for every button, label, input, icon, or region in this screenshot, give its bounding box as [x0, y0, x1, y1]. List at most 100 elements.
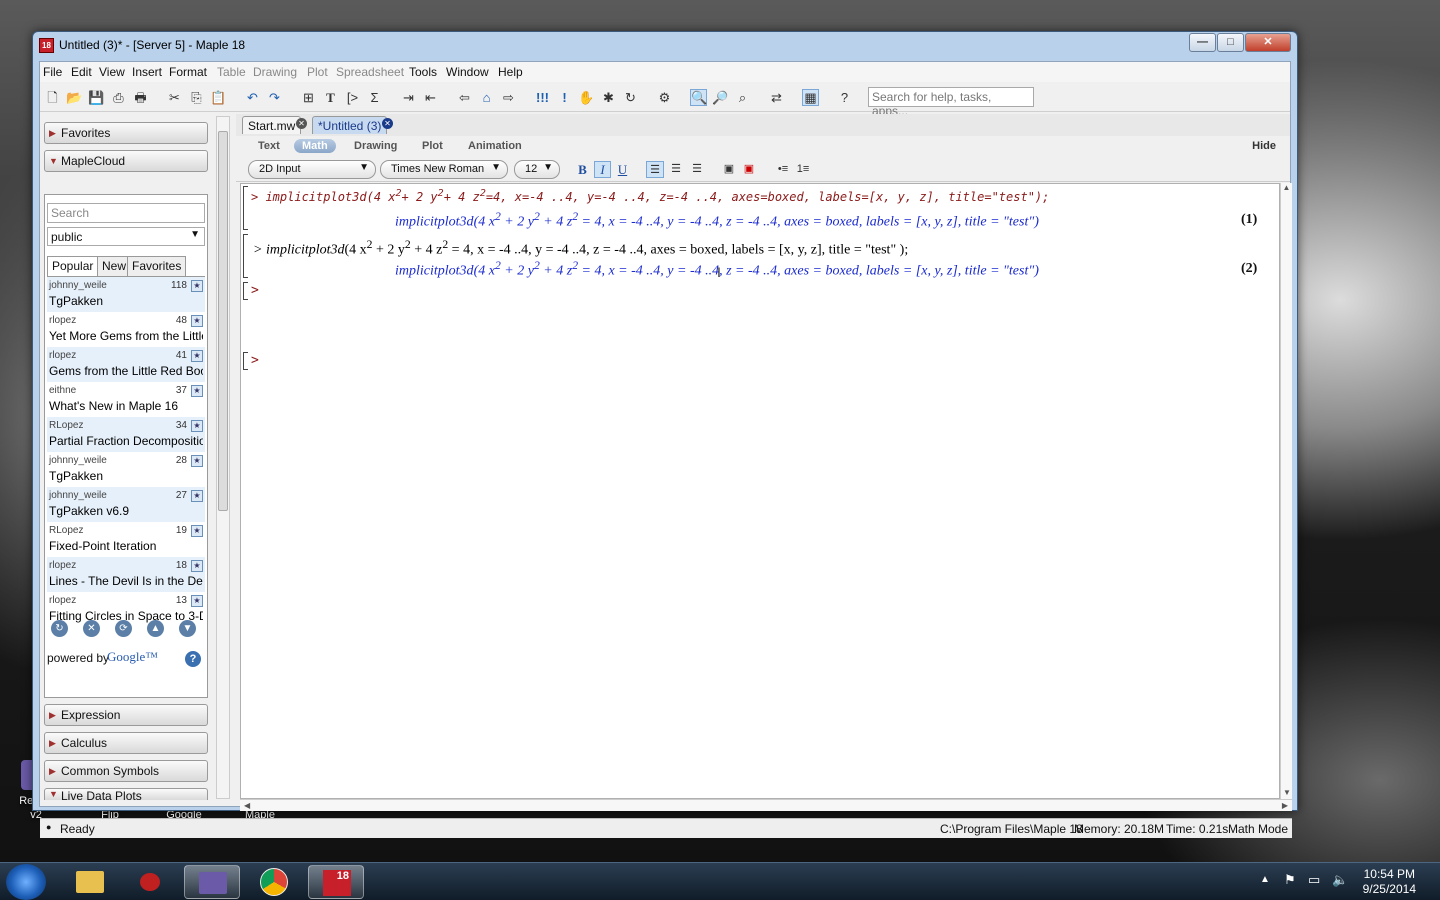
start-button[interactable] — [6, 864, 46, 900]
palette-common-symbols[interactable]: ▶ Common Symbols — [44, 760, 208, 782]
outdent-icon[interactable]: ⇤ — [422, 89, 439, 106]
list-item[interactable]: johnny_weile 27 ★ TgPakken v6.9 — [47, 487, 205, 522]
list-item[interactable]: eithne 37 ★ What's New in Maple 16 — [47, 382, 205, 417]
align-left-icon[interactable]: ☰ — [646, 161, 664, 178]
minimize-button[interactable]: — — [1189, 33, 1216, 52]
tab-favorites[interactable]: Favorites — [127, 256, 187, 276]
mode-math[interactable]: Math — [294, 139, 336, 153]
rate-star-icon[interactable]: ★ — [191, 455, 203, 467]
maximize-button[interactable]: □ — [1217, 33, 1244, 52]
undo-icon[interactable]: ↶ — [244, 89, 261, 106]
title-bar[interactable]: 18 Untitled (3)* - [Server 5] - Maple 18… — [33, 32, 1297, 60]
palette-favorites[interactable]: ▶ Favorites — [44, 122, 208, 144]
rate-star-icon[interactable]: ★ — [191, 315, 203, 327]
list-item[interactable]: RLopez 34 ★ Partial Fraction Decomposition — [47, 417, 205, 452]
align-center-icon[interactable]: ☰ — [667, 161, 685, 178]
restart-icon[interactable]: ↻ — [622, 89, 639, 106]
close-button[interactable]: ✕ — [1245, 33, 1291, 52]
rate-star-icon[interactable]: ★ — [191, 525, 203, 537]
back-arrow-icon[interactable]: ⇦ — [456, 89, 473, 106]
menu-view[interactable]: View — [98, 64, 126, 80]
copy-icon[interactable]: ⎘ — [188, 89, 205, 106]
empty-prompt[interactable]: > — [251, 283, 259, 298]
zoom-in-icon[interactable]: 🔎 — [712, 89, 729, 106]
input-mode-select[interactable]: 2D Input ▼ — [248, 160, 376, 179]
tab-start-mw[interactable]: Start.mw — [242, 116, 302, 134]
menu-tools[interactable]: Tools — [408, 64, 438, 80]
network-icon[interactable]: ▭ — [1308, 872, 1320, 888]
stop-hand-icon[interactable]: ✋ — [578, 89, 595, 106]
toggle-input-icon[interactable]: ⇄ — [768, 89, 785, 106]
align-right-icon[interactable]: ☰ — [688, 161, 706, 178]
menu-insert[interactable]: Insert — [131, 64, 163, 80]
redo-icon[interactable]: ↷ — [266, 89, 283, 106]
new-document-icon[interactable]: 🗋 — [44, 89, 61, 106]
close-tab-icon[interactable]: ✕ — [382, 118, 393, 129]
taskbar-revise[interactable] — [184, 865, 240, 899]
save-icon[interactable]: 💾 — [88, 89, 105, 106]
paste-icon[interactable]: 📋 — [210, 89, 227, 106]
mode-plot[interactable]: Plot — [414, 139, 451, 153]
list-item[interactable]: rlopez 18 ★ Lines - The Devil Is in the Det… — [47, 557, 205, 592]
search-help-input[interactable]: Search for help, tasks, apps... — [868, 87, 1034, 118]
volume-icon[interactable]: 🔈 — [1332, 872, 1348, 888]
list-item[interactable]: RLopez 19 ★ Fixed-Point Iteration — [47, 522, 205, 557]
insert-prompt-icon[interactable]: [> — [344, 89, 361, 106]
taskbar-chrome[interactable] — [246, 865, 302, 899]
execute-icon[interactable]: ! — [556, 89, 573, 106]
cloud-help-icon[interactable]: ? — [185, 651, 201, 667]
bullet-list-icon[interactable]: •≡ — [774, 161, 792, 178]
taskbar-maple[interactable]: 18 — [308, 865, 364, 899]
menu-format[interactable]: Format — [168, 64, 208, 80]
execution-group-bracket[interactable] — [243, 282, 248, 300]
cloud-search-input[interactable]: Search — [47, 203, 205, 223]
mode-animation[interactable]: Animation — [460, 139, 530, 153]
mode-text[interactable]: Text — [250, 139, 288, 153]
highlight-color-icon[interactable]: ▣ — [740, 161, 758, 178]
input-line-1[interactable]: > implicitplot3d(4 x2+ 2 y2+ 4 z2=4, x=-… — [251, 188, 1049, 204]
print-preview-icon[interactable]: ⎙ — [110, 89, 127, 106]
rate-star-icon[interactable]: ★ — [191, 280, 203, 292]
rate-star-icon[interactable]: ★ — [191, 560, 203, 572]
sigma-icon[interactable]: Σ — [366, 89, 383, 106]
zoom-100-icon[interactable]: 🔍 — [690, 89, 707, 106]
download-icon[interactable]: ▼ — [179, 620, 196, 637]
italic-icon[interactable]: I — [594, 161, 611, 178]
empty-prompt[interactable]: > — [251, 353, 259, 368]
worksheet-horizontal-scrollbar[interactable]: ◀ ▶ — [240, 799, 1292, 811]
forward-arrow-icon[interactable]: ⇨ — [500, 89, 517, 106]
palette-live-data-plots[interactable]: ▼ Live Data Plots — [44, 788, 208, 800]
rate-star-icon[interactable]: ★ — [191, 595, 203, 607]
cancel-icon[interactable]: ✕ — [83, 620, 100, 637]
hide-button[interactable]: Hide — [1252, 140, 1276, 152]
taskbar-ladybug[interactable] — [122, 865, 178, 899]
insert-text-icon[interactable]: T — [322, 89, 339, 106]
execute-all-icon[interactable]: !!! — [534, 89, 551, 106]
execution-group-bracket[interactable] — [243, 186, 248, 230]
help-icon[interactable]: ? — [836, 89, 853, 106]
palette-maplecloud[interactable]: ▼ MapleCloud — [44, 150, 208, 172]
gear-icon[interactable]: ⚙ — [656, 89, 673, 106]
taskbar-explorer[interactable] — [62, 865, 118, 899]
menu-edit[interactable]: Edit — [70, 64, 93, 80]
underline-icon[interactable]: U — [614, 161, 631, 178]
insert-math-icon[interactable]: ⊞ — [300, 89, 317, 106]
scroll-left-icon[interactable]: ◀ — [244, 801, 250, 810]
execution-group-bracket[interactable] — [243, 352, 248, 370]
taskbar-clock[interactable]: 10:54 PM 9/25/2014 — [1363, 867, 1416, 897]
open-folder-icon[interactable]: 📂 — [66, 89, 83, 106]
menu-spreadsheet[interactable]: Spreadsheet — [335, 64, 405, 80]
font-select[interactable]: Times New Roman ▼ — [380, 160, 508, 179]
menu-table[interactable]: Table — [216, 64, 247, 80]
execution-group-bracket[interactable] — [243, 234, 248, 278]
tab-popular[interactable]: Popular — [47, 256, 99, 277]
tab-untitled-3[interactable]: *Untitled (3) — [312, 116, 388, 134]
rate-star-icon[interactable]: ★ — [191, 385, 203, 397]
mode-drawing[interactable]: Drawing — [346, 139, 405, 153]
palette-scrollbar[interactable] — [216, 116, 230, 799]
font-color-icon[interactable]: ▣ — [720, 161, 738, 178]
scroll-right-icon[interactable]: ▶ — [1282, 801, 1288, 810]
cut-icon[interactable]: ✂ — [166, 89, 183, 106]
menu-file[interactable]: File — [42, 64, 63, 80]
rate-star-icon[interactable]: ★ — [191, 420, 203, 432]
